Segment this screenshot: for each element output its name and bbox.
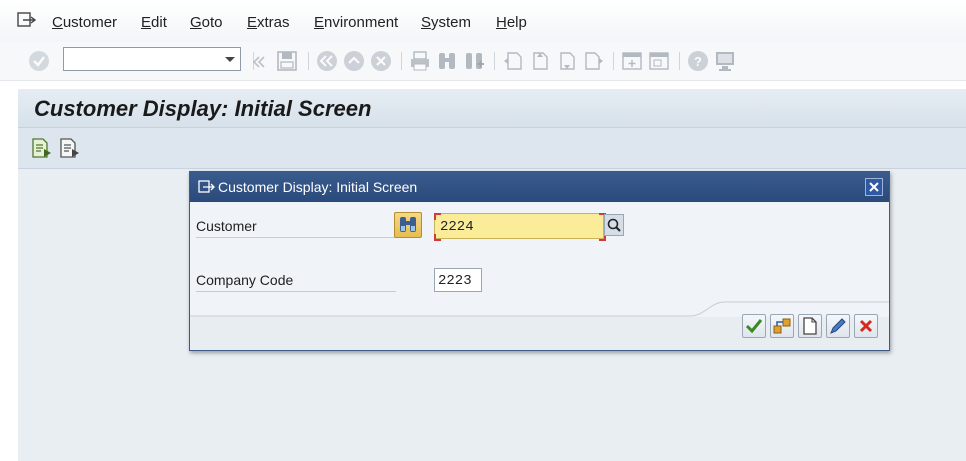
system-menu-icon[interactable] [198,180,216,194]
close-icon [869,182,879,192]
change-button[interactable] [826,314,850,338]
customer-label: Customer [196,218,396,238]
toolbar-separator [679,52,680,70]
system-menu-icon[interactable] [17,12,37,28]
application-toolbar [18,128,966,169]
dialog-close-button[interactable] [865,178,883,196]
display-document-icon[interactable] [30,137,52,159]
company-code-label: Company Code [196,272,396,292]
cancel-icon[interactable] [370,50,392,72]
find-icon[interactable] [436,50,458,72]
toolbar-separator [613,52,614,70]
page-title: Customer Display: Initial Screen [34,96,372,121]
first-page-icon[interactable] [502,50,524,72]
help-icon[interactable]: ? [687,50,709,72]
customer-input[interactable]: 2224 [434,213,604,239]
create-button[interactable] [798,314,822,338]
toolbar-separator [401,52,402,70]
menu-system[interactable]: System [421,14,471,31]
menu-bar: Customer Edit Goto Extras Environment Sy… [0,0,966,43]
previous-page-icon[interactable] [529,50,551,72]
save-icon[interactable] [276,50,298,72]
dialog-header: Customer Display: Initial Screen [190,172,889,202]
command-field[interactable] [63,47,241,71]
layout-icon[interactable] [714,50,736,72]
chevron-down-icon[interactable] [225,57,235,62]
binoculars-icon [400,217,416,232]
exit-icon[interactable] [343,50,365,72]
initial-screen-dialog: Customer Display: Initial Screen Custome… [189,171,890,351]
collapse-icon[interactable] [251,51,267,73]
menu-extras[interactable]: Extras [247,14,290,31]
change-document-icon[interactable] [58,137,80,159]
create-session-icon[interactable] [621,50,643,72]
print-icon[interactable] [409,50,431,72]
next-page-icon[interactable] [556,50,578,72]
required-marker [434,234,441,241]
hierarchy-icon [773,318,791,334]
menu-customer[interactable]: Customer [52,14,117,31]
value-help-button[interactable] [604,214,624,236]
toolbar-separator [494,52,495,70]
back-icon[interactable] [316,50,338,72]
search-icon [607,218,621,232]
continue-button[interactable] [742,314,766,338]
menu-help[interactable]: Help [496,14,527,31]
required-marker [434,213,441,220]
cancel-button[interactable] [854,314,878,338]
company-code-input[interactable]: 2223 [434,268,482,292]
last-page-icon[interactable] [583,50,605,72]
shortcut-icon[interactable] [648,50,670,72]
title-bar: Customer Display: Initial Screen [18,89,966,128]
menu-goto[interactable]: Goto [190,14,223,31]
svg-text:?: ? [694,54,702,69]
find-next-icon[interactable] [463,50,485,72]
pencil-icon [830,318,846,334]
dialog-title: Customer Display: Initial Screen [218,179,418,195]
enter-icon[interactable] [28,50,50,72]
new-document-icon [803,317,817,335]
toolbar-separator [308,52,309,70]
close-icon [859,319,873,333]
checkmark-icon [745,319,763,334]
menu-edit[interactable]: Edit [141,14,167,31]
search-help-button[interactable] [394,212,422,238]
menu-environment[interactable]: Environment [314,14,398,31]
object-tree-button[interactable] [770,314,794,338]
